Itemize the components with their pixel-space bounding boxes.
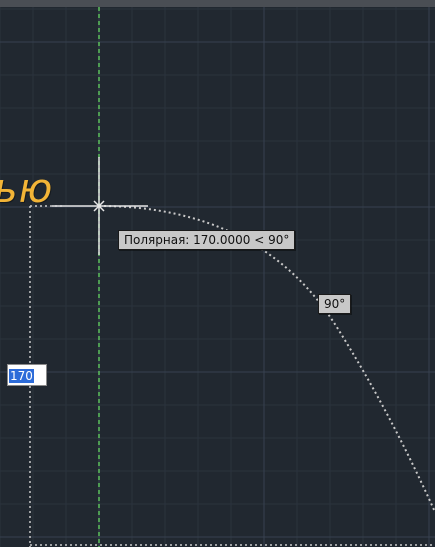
video-caption-overlay: ью (0, 166, 54, 212)
dimension-input-value[interactable]: 170 (9, 369, 34, 383)
polar-angle-arc (98, 205, 435, 513)
drawing-canvas[interactable] (0, 7, 435, 547)
polar-tracking-tooltip: Полярная: 170.0000 < 90° (118, 230, 296, 250)
top-toolbar-edge (0, 0, 435, 7)
angle-label-tooltip: 90° (318, 294, 352, 314)
dimension-input-field[interactable]: 170 (7, 364, 47, 386)
grid (0, 7, 435, 547)
